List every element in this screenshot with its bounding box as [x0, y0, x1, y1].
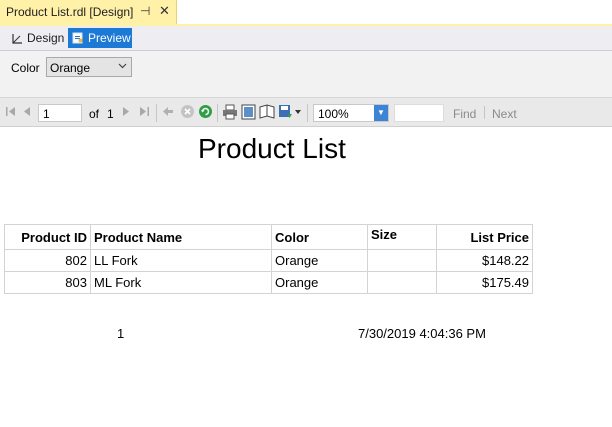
preview-button[interactable]: Preview — [68, 28, 132, 48]
export-dropdown-icon[interactable] — [295, 110, 301, 114]
cell-product-id: 803 — [4, 271, 91, 294]
of-label: of — [89, 107, 100, 121]
page-setup-icon[interactable] — [259, 104, 275, 120]
preview-label: Preview — [88, 31, 131, 45]
export-icon[interactable] — [278, 104, 293, 120]
preview-report-icon — [72, 32, 83, 44]
previous-page-icon[interactable] — [22, 106, 31, 117]
first-page-icon[interactable] — [5, 106, 16, 117]
cell-list-price: $175.49 — [436, 271, 533, 294]
cell-size — [367, 271, 437, 294]
zoom-dropdown-icon[interactable]: ▼ — [374, 105, 388, 121]
refresh-icon[interactable] — [198, 104, 213, 119]
close-icon[interactable]: ✕ — [159, 3, 170, 19]
cell-list-price: $148.22 — [436, 249, 533, 272]
header-color: Color — [271, 224, 368, 250]
cell-product-name: ML Fork — [90, 271, 272, 294]
find-input[interactable] — [394, 104, 444, 122]
table-row: 803 ML Fork Orange $175.49 — [4, 271, 533, 294]
report-title: Product List — [198, 133, 346, 164]
document-tab-title: Product List.rdl [Design] — [6, 5, 134, 19]
product-table: Product ID Product Name Color Size List … — [4, 224, 533, 294]
design-label: Design — [27, 31, 65, 45]
design-button[interactable]: Design — [8, 29, 68, 47]
cell-color: Orange — [271, 271, 368, 294]
header-list-price: List Price — [436, 224, 533, 250]
print-layout-icon[interactable] — [241, 104, 256, 120]
design-ruler-icon — [12, 33, 22, 44]
find-next-separator — [484, 106, 485, 119]
toolbar-separator — [217, 104, 218, 122]
pin-icon[interactable]: ⊣ — [140, 4, 150, 18]
stop-icon[interactable] — [180, 104, 195, 119]
cell-size — [367, 249, 437, 272]
footer-execution-time: 7/30/2019 4:04:36 PM — [358, 326, 486, 341]
chevron-down-icon — [118, 63, 127, 69]
toolbar-separator — [156, 104, 157, 122]
cell-product-id: 802 — [4, 249, 91, 272]
header-size: Size — [367, 224, 437, 250]
next-link[interactable]: Next — [492, 107, 517, 121]
next-page-icon[interactable] — [122, 106, 131, 117]
toolbar-separator — [307, 104, 308, 122]
table-header-row: Product ID Product Name Color Size List … — [4, 224, 533, 250]
footer-page-number: 1 — [117, 326, 125, 341]
cell-color: Orange — [271, 249, 368, 272]
color-parameter-label: Color — [11, 61, 40, 75]
table-row: 802 LL Fork Orange $148.22 — [4, 249, 533, 272]
back-icon[interactable] — [162, 106, 174, 117]
print-icon[interactable] — [222, 104, 238, 120]
last-page-icon[interactable] — [139, 106, 150, 117]
find-link[interactable]: Find — [453, 107, 476, 121]
cell-product-name: LL Fork — [90, 249, 272, 272]
color-parameter-value: Orange — [50, 61, 91, 75]
zoom-value: 100% — [318, 107, 349, 121]
current-page-value: 1 — [43, 107, 50, 121]
header-product-id: Product ID — [4, 224, 91, 250]
total-pages: 1 — [107, 107, 114, 121]
header-product-name: Product Name — [90, 224, 272, 250]
